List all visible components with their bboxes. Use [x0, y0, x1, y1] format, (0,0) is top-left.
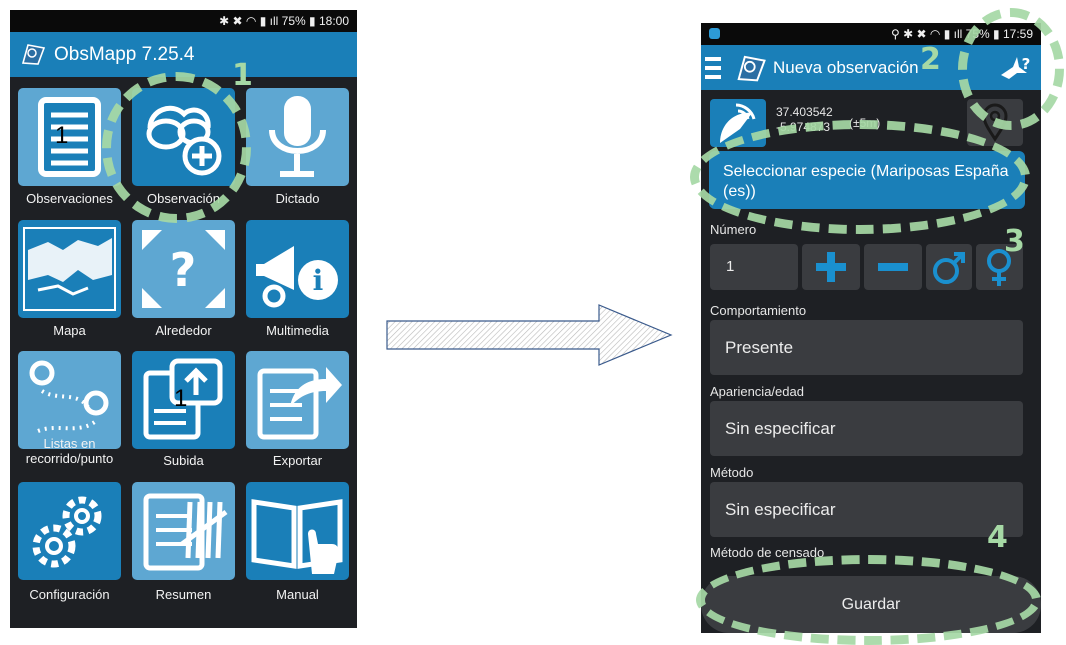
highlight-ring-help — [958, 8, 1064, 130]
annotation-number-2: 2 — [920, 42, 941, 77]
export-icon — [257, 367, 342, 440]
method-select[interactable]: Sin especificar — [710, 482, 1023, 537]
tile-exportar[interactable] — [246, 351, 349, 449]
status-time: 18:00 — [318, 14, 349, 28]
app-notification-icon — [709, 28, 720, 39]
tile-label: Listas en recorrido/punto — [25, 436, 114, 466]
highlight-ring-observacion — [102, 72, 251, 223]
annotation-number-1: 1 — [232, 58, 253, 93]
annotation-number-4: 4 — [987, 520, 1008, 555]
app-title: ObsMapp 7.25.4 — [54, 44, 195, 65]
nearby-icon: ? — [142, 230, 225, 308]
transition-arrow-icon — [386, 304, 673, 366]
megaphone-info-icon: i — [256, 246, 338, 308]
tile-subida[interactable]: 1 — [132, 351, 235, 449]
subida-count-badge: 1 — [174, 385, 188, 412]
decrement-button[interactable] — [864, 244, 922, 290]
tile-listas[interactable] — [18, 351, 121, 449]
observaciones-count-badge: 1 — [55, 122, 69, 149]
highlight-ring-save — [696, 555, 1041, 645]
svg-text:i: i — [313, 264, 324, 297]
tile-manual[interactable] — [246, 482, 349, 580]
tile-label: Subida — [163, 453, 204, 468]
tile-label: Configuración — [29, 587, 110, 602]
tile-label: Resumen — [155, 587, 212, 602]
behaviour-label: Comportamiento — [710, 303, 807, 318]
tile-label: Manual — [276, 587, 319, 602]
app-logo-icon — [21, 44, 46, 65]
gears-icon — [32, 496, 102, 568]
increment-button[interactable] — [802, 244, 860, 290]
highlight-ring-species — [690, 120, 1030, 234]
tile-dictado[interactable] — [246, 88, 349, 186]
tile-label: Multimedia — [266, 323, 329, 338]
tile-label: Alrededor — [155, 323, 212, 338]
minus-icon — [878, 263, 908, 271]
app-logo-icon — [737, 55, 766, 82]
tile-label: Dictado — [275, 191, 320, 206]
status-icons: ⚲ ✱ ✖ ◠ ▮ ıll — [891, 27, 966, 41]
appearance-select[interactable]: Sin especificar — [710, 401, 1023, 456]
tile-label: Mapa — [53, 323, 86, 338]
status-icons: ✱ ✖ ◠ ▮ ıll — [219, 14, 282, 28]
tile-mapa[interactable] — [18, 220, 121, 318]
battery-level: 75% — [281, 14, 306, 28]
tile-alrededor[interactable]: ? — [132, 220, 235, 318]
app-bar: ObsMapp 7.25.4 — [10, 32, 357, 77]
microphone-icon — [269, 96, 326, 177]
route-icon — [29, 360, 109, 433]
plus-icon — [816, 252, 846, 282]
number-label: Número — [710, 222, 757, 237]
tile-label: Observaciones — [26, 191, 113, 206]
tile-label: Exportar — [272, 453, 323, 468]
latitude-value: 37.403542 — [776, 105, 833, 119]
screen-title: Nueva observación — [773, 58, 919, 77]
male-icon — [933, 252, 965, 284]
status-bar: ✱ ✖ ◠ ▮ ıll 75% ▮ 18:00 — [10, 10, 357, 32]
number-input[interactable]: 1 — [710, 244, 798, 290]
tally-icon — [143, 493, 228, 571]
appearance-label: Apariencia/edad — [710, 384, 804, 399]
hamburger-menu-icon[interactable] — [703, 54, 723, 82]
tile-configuracion[interactable] — [18, 482, 121, 580]
tile-multimedia[interactable]: i — [246, 220, 349, 318]
annotation-number-3: 3 — [1004, 224, 1025, 259]
method-label: Método — [710, 465, 754, 480]
behaviour-select[interactable]: Presente — [710, 320, 1023, 375]
map-icon — [23, 227, 116, 311]
svg-text:?: ? — [170, 243, 197, 297]
manual-icon — [251, 499, 343, 574]
tile-resumen[interactable] — [132, 482, 235, 580]
male-button[interactable] — [926, 244, 972, 290]
